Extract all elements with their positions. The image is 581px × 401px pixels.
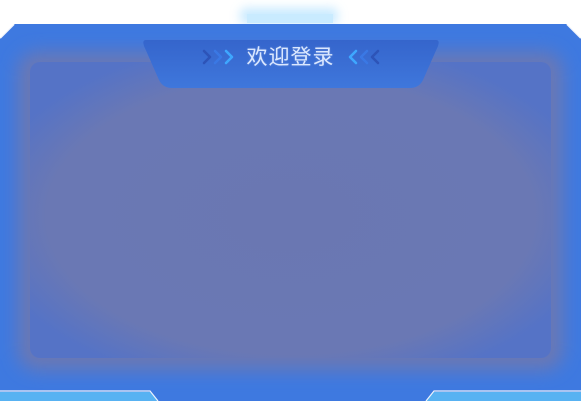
bottom-left-accent [0,392,158,401]
bottom-right-accent [426,392,581,401]
double-chevron-left-icon [347,47,381,67]
dialog-title: 欢迎登录 [246,44,335,69]
dialog-header: 欢迎登录 [0,40,581,74]
inner-panel [18,52,563,370]
double-chevron-right-icon [201,47,235,67]
login-dialog: 欢迎登录 [0,0,581,401]
top-glow-core [247,14,333,23]
